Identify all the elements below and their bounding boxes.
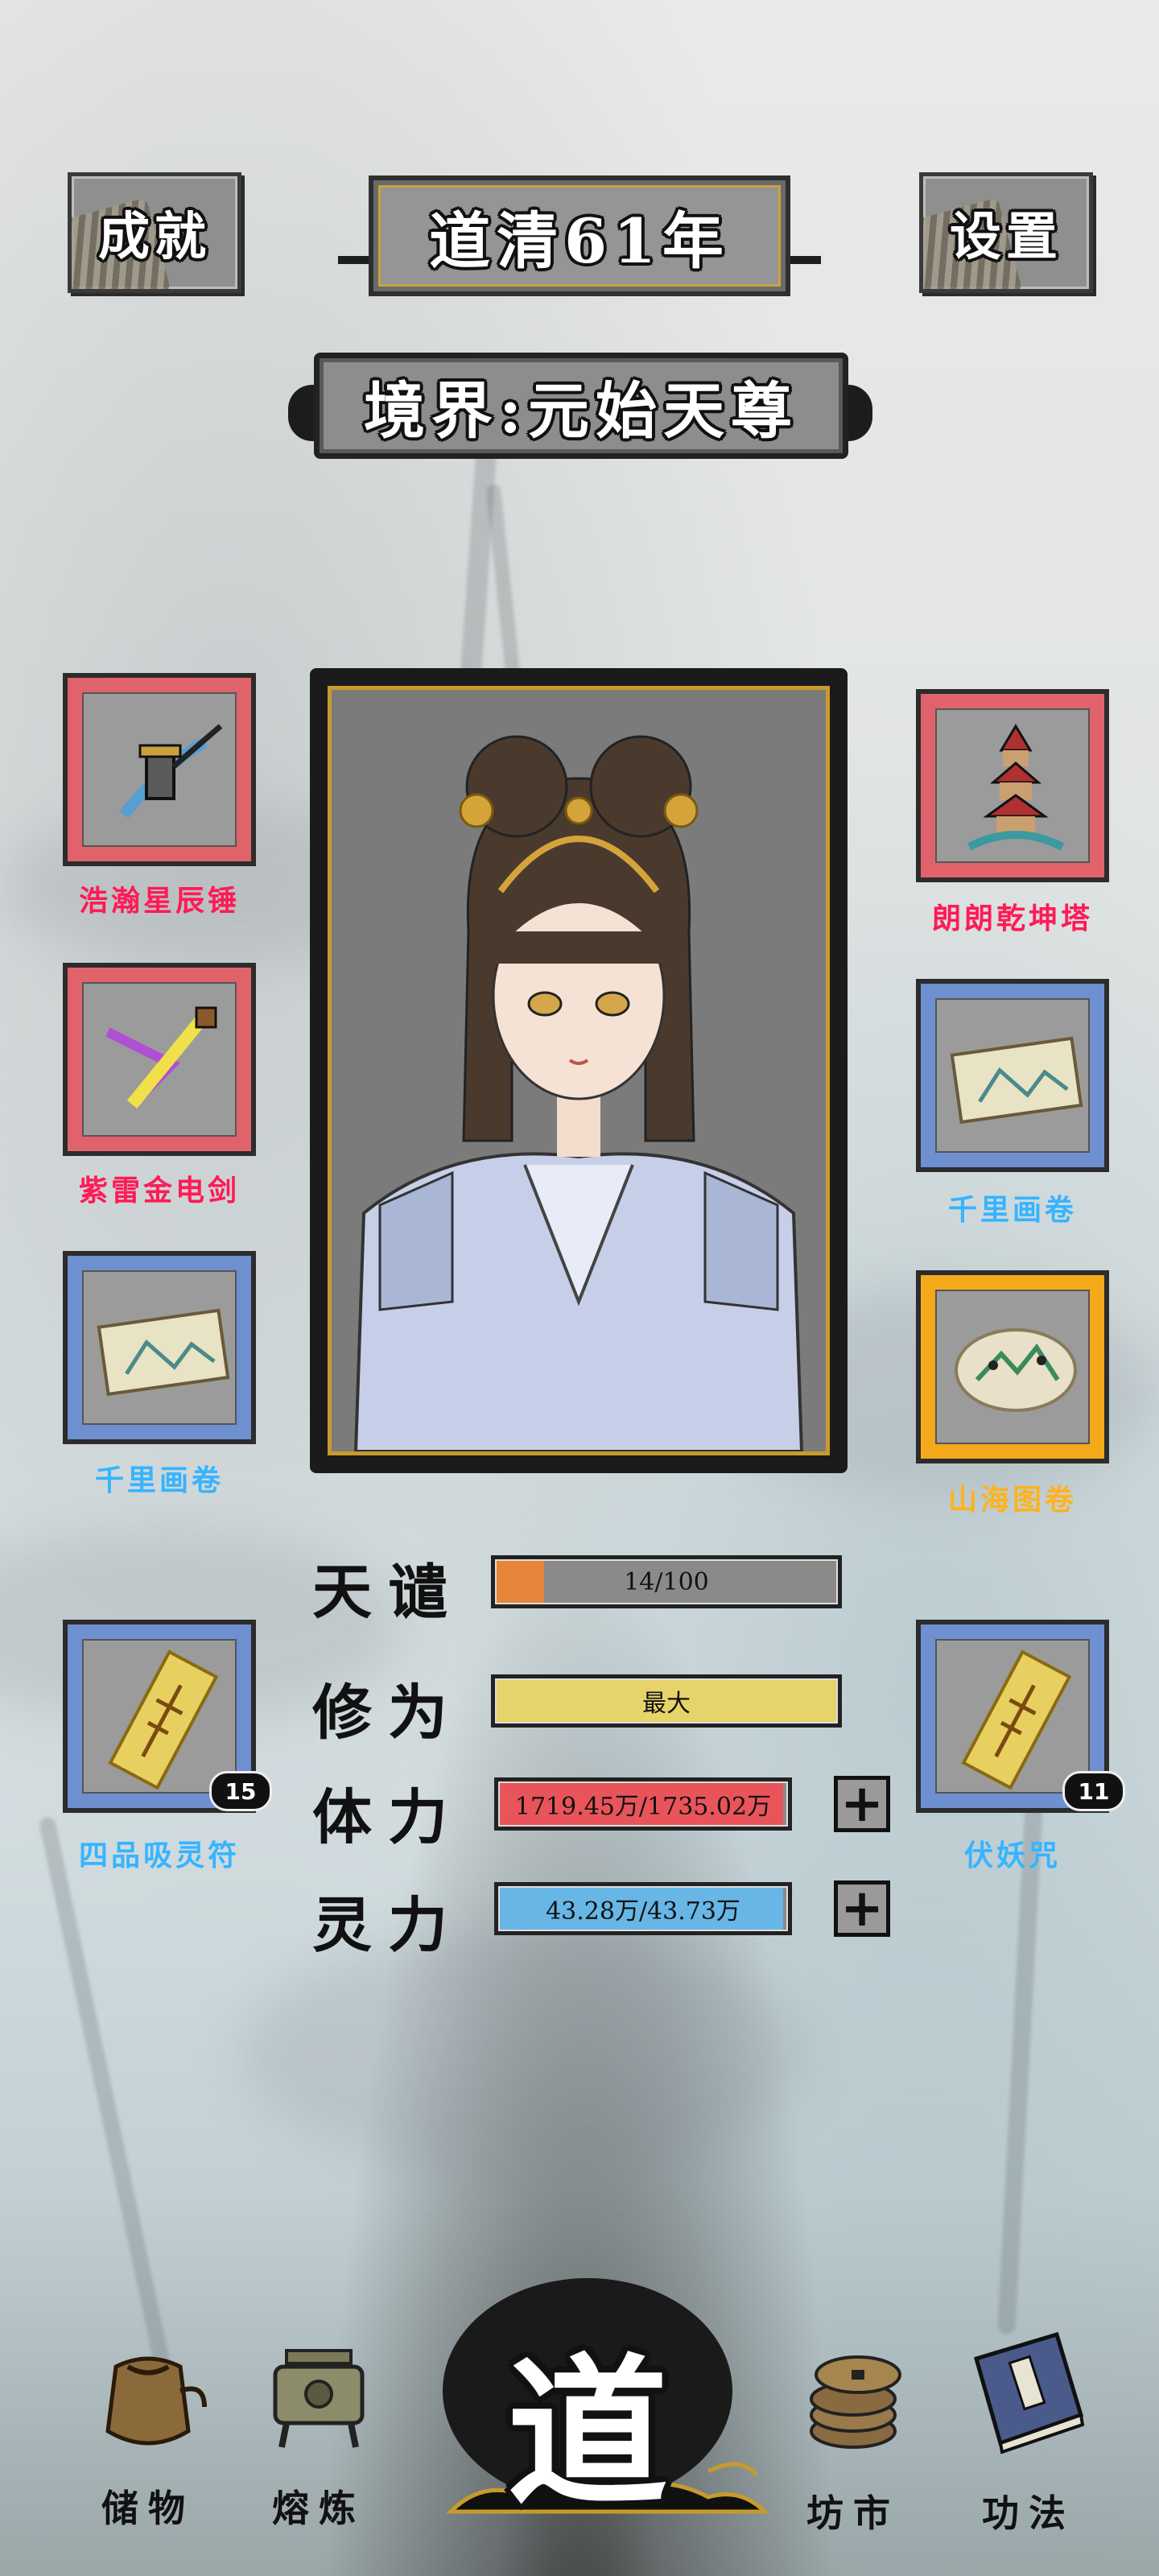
tribulation-value: 14/100 [624,1567,709,1596]
nav-market[interactable]: 坊市 [773,2334,934,2544]
item-name-left-3: 千里画卷 [94,1463,224,1497]
item-slot-left-1[interactable] [63,673,256,866]
book-icon [973,2331,1085,2454]
painting-scroll-icon [950,1036,1083,1125]
stat-label-stamina: 体力 [312,1783,464,1852]
item-slot-left-2[interactable] [63,963,256,1156]
item-name-left-2: 紫雷金电剑 [78,1174,240,1208]
spirit-add-button[interactable]: + [834,1880,890,1937]
nav-techniques-label: 功法 [982,2491,1075,2535]
lightning-sword-icon [105,1006,217,1109]
spirit-bar: 43.28万/43.73万 [494,1882,792,1935]
era-title: 道清61年 [429,205,730,277]
item-name-left-1: 浩瀚星辰锤 [78,884,240,918]
item-count-badge: 11 [1062,1771,1125,1811]
plus-icon: + [840,1774,884,1834]
coins-icon [810,2355,901,2449]
plus-icon: + [840,1879,884,1938]
cultivation-bar: 最大 [491,1674,842,1728]
item-slot-right-2[interactable] [916,979,1109,1172]
stamina-bar: 1719.45万/1735.02万 [494,1777,792,1831]
stamina-add-button[interactable]: + [834,1776,890,1832]
mountain-sea-map-icon [955,1328,1077,1412]
pouch-icon [105,2356,207,2446]
nav-storage-label: 储物 [101,2487,195,2530]
settings-label: 设置 [950,207,1062,267]
realm-title: 境界:元始天尊 [363,375,799,447]
character-portrait [353,735,804,1451]
item-name-right-1: 朗朗乾坤塔 [931,902,1093,935]
item-slot-right-3[interactable] [916,1270,1109,1463]
era-title-plate: 道清61年 [369,175,790,296]
item-name-right-3: 山海图卷 [947,1483,1077,1517]
cultivation-value: 最大 [642,1690,691,1718]
achievements-button[interactable]: 成就 [68,172,241,293]
cauldron-icon [273,2349,365,2448]
hammer-icon [119,724,223,819]
spirit-value: 43.28万/43.73万 [546,1897,740,1926]
tribulation-bar: 14/100 [491,1555,842,1608]
stat-label-cultivation: 修为 [312,1678,464,1748]
stat-label-tribulation: 天谴 [312,1558,464,1627]
nav-smelting-label: 熔炼 [272,2487,365,2530]
dao-label: 道 [506,2339,668,2528]
item-name-right-4: 伏妖咒 [963,1839,1061,1872]
character-portrait-frame[interactable] [310,668,848,1473]
item-name-left-4: 四品吸灵符 [78,1839,240,1872]
nav-market-label: 坊市 [806,2491,900,2535]
nav-techniques[interactable]: 功法 [948,2331,1109,2544]
item-slot-right-1[interactable] [916,689,1109,882]
achievements-label: 成就 [98,207,211,267]
realm-plate: 境界:元始天尊 [314,353,848,459]
nav-smelting[interactable]: 熔炼 [238,2334,399,2544]
pagoda-icon [967,724,1065,851]
dao-button[interactable]: 道 [402,2270,773,2536]
painting-scroll-icon [97,1308,230,1397]
stamina-value: 1719.45万/1735.02万 [514,1793,772,1821]
stat-label-spirit: 灵力 [312,1891,464,1960]
item-count-badge: 15 [209,1771,272,1811]
item-name-right-2: 千里画卷 [947,1193,1077,1227]
settings-button[interactable]: 设置 [919,172,1093,293]
item-slot-left-3[interactable] [63,1251,256,1444]
nav-storage[interactable]: 储物 [68,2334,229,2544]
